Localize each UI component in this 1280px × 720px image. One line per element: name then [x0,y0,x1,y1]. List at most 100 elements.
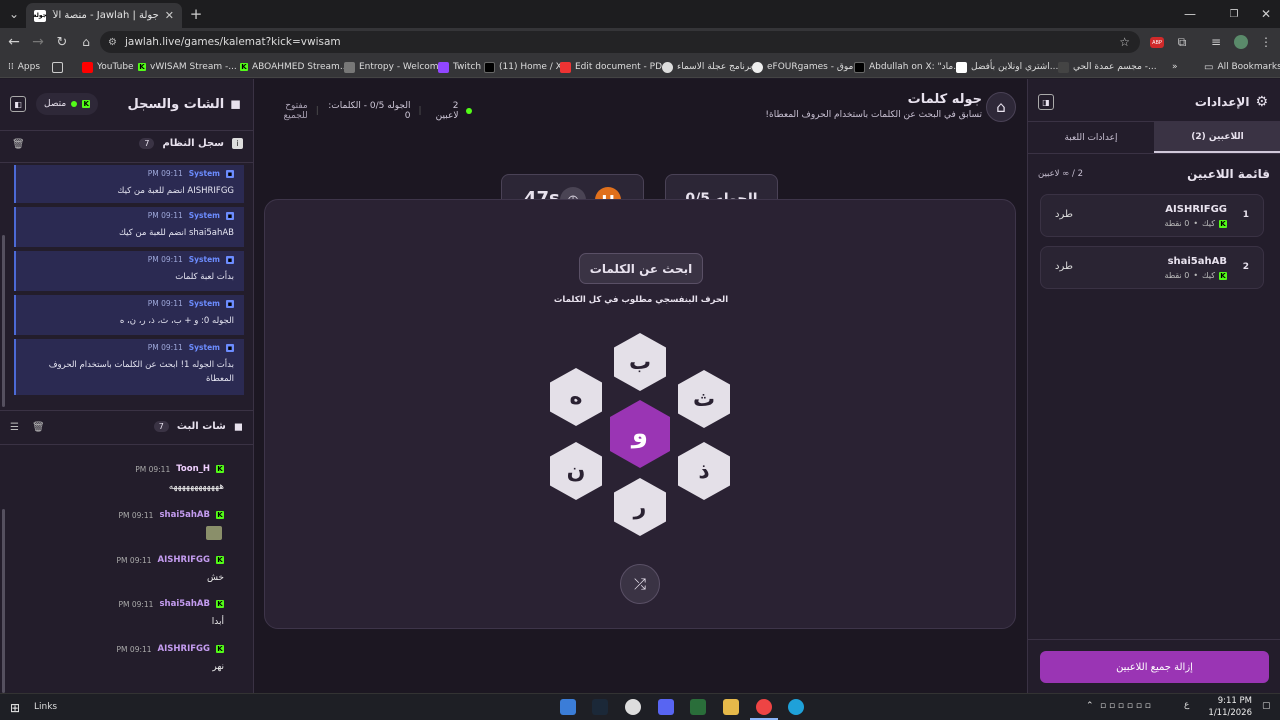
adblock-icon[interactable]: ABP [1150,37,1164,48]
trash-icon[interactable]: 🗑 [12,139,25,150]
separator: • [1193,271,1199,280]
bookmark-edit-document[interactable]: Edit document - PD... [560,59,671,75]
input-language[interactable]: ع [1184,700,1189,710]
system-log-title: سجل النظام [162,138,224,149]
letter-tile[interactable]: ه [550,368,602,426]
obs-icon[interactable] [625,699,641,715]
bookmark-wheel[interactable]: برنامج عجلة الاسماء [662,59,752,75]
tab-search-icon[interactable]: ⌄ [4,4,24,24]
filter-icon[interactable]: ☰ [10,422,19,433]
collapse-settings-icon[interactable]: ◨ [1038,94,1054,110]
entropy-icon [344,61,355,73]
reading-list-icon[interactable]: ≡ [1206,32,1226,52]
stream-chat-header: ◼ شات البث 7 [153,420,243,433]
chat-message: Kshai5ahAB 09:11 PM أبدا [0,599,240,627]
letter-tile[interactable]: ب [614,333,666,391]
system-tray-chevron-icon[interactable]: ⌃ [1086,701,1094,711]
windows-start-icon[interactable]: ⊞ [10,701,20,715]
bookmark-model[interactable]: مجسم عمدة الحي -... [1058,59,1157,75]
kick-player-button[interactable]: طرد [1055,209,1073,220]
extensions-icon[interactable]: ⧉ [1172,32,1192,52]
browser-tab-bar: ⌄ جولة جولة | Jawlah - منصة الألعاب ال..… [0,0,1280,28]
back-icon[interactable]: ← [4,32,24,52]
bookmark-shop[interactable]: اشتري اونلاين بأفضل... [956,59,1058,75]
bookmark-aboahmed[interactable]: K ABOAHMED Stream... [240,59,348,75]
chat-author: shai5ahAB [159,510,210,520]
file-explorer-icon[interactable] [723,699,739,715]
game-subtitle: تسابق في البحث عن الكلمات باستخدام الحرو… [765,110,982,120]
grid-icon [52,61,63,73]
player-rank: 1 [1242,210,1249,220]
discord-icon[interactable] [658,699,674,715]
message-text: بدأت الجوله 1! ابحث عن الكلمات باستخدام … [48,360,234,384]
bookmark-efourgames[interactable]: eFOURgames - موق... [752,59,862,75]
tab-players[interactable]: اللاعبين (2) [1154,122,1280,153]
browser-toolbar: ← → ↻ ⌂ ⚙ jawlah.live/games/kalemat?kick… [0,28,1280,56]
chrome-icon[interactable] [756,699,772,715]
edge-icon[interactable] [788,699,804,715]
new-tab-icon[interactable]: + [186,4,206,24]
chat-message: K Toon_H 09:11 PM ههههههههههههه [0,464,240,492]
letter-tile[interactable]: ذ [678,442,730,500]
player-meta: K كيك • 0 نقطة [1165,219,1227,228]
trash-icon[interactable]: 🗑 [32,422,45,433]
address-bar[interactable]: ⚙ jawlah.live/games/kalemat?kick=vwisam … [100,31,1140,53]
home-icon[interactable]: ⌂ [76,32,96,52]
reload-icon[interactable]: ↻ [52,32,72,52]
more-bookmarks-icon[interactable]: » [1172,59,1178,75]
player-meta: K كيك • 0 نقطة [1165,271,1227,280]
chat-bubble-icon: ◼ [230,97,241,112]
tab-groups-icon[interactable] [52,59,63,75]
center-letter-tile[interactable]: و [610,400,670,468]
kick-player-button[interactable]: طرد [1055,261,1073,272]
bookmark-vwisam[interactable]: KvWISAM Stream -... [138,59,237,75]
bookmark-entropy[interactable]: Entropy - Welcome [344,59,444,75]
close-tab-icon[interactable]: ✕ [165,9,174,22]
bookmark-apps[interactable]: ⁞⁞ Apps [8,59,40,75]
site-info-icon[interactable]: ⚙ [108,37,117,48]
online-dot [466,108,472,114]
letter-tile[interactable]: ن [550,442,602,500]
xbox-icon[interactable] [690,699,706,715]
steam-icon[interactable] [592,699,608,715]
tab-game-settings[interactable]: إعدادات اللعبة [1028,122,1154,153]
kick-icon: K [216,645,224,653]
chat-scrollbar[interactable] [2,509,5,693]
restore-icon[interactable]: ❐ [1224,4,1244,24]
stream-chat-count: 7 [153,421,169,432]
chat-text: خش [206,573,224,583]
bookmark-youtube[interactable]: YouTube [82,59,134,75]
message-author: System [188,343,220,352]
bookmark-x-home[interactable]: (11) Home / X [484,59,562,75]
page: ◼ الشات والسجل K متصل ◧ i سجل النظام 7 🗑… [0,79,1280,693]
clock-date[interactable]: 1/11/2026 [1202,708,1252,718]
minimize-icon[interactable]: — [1180,4,1200,24]
tray-icons[interactable]: ▫ ▫ ▫ ▫ ▫ ▫ [1100,701,1151,711]
mail-icon[interactable] [560,699,576,715]
bookmark-all[interactable]: ▭ All Bookmarks [1204,59,1280,75]
system-message: ▪ System 09:11 PM بدأت لعبة كلمات [14,251,244,291]
links-toolbar[interactable]: Links [34,702,57,712]
x-icon [854,61,865,73]
online-dot [71,101,78,107]
browser-tab[interactable]: جولة جولة | Jawlah - منصة الألعاب ال... … [26,3,182,28]
bookmark-abdullah[interactable]: Abdullah on X: "ماد... [854,59,962,75]
bookmark-star-icon[interactable]: ☆ [1119,35,1130,49]
bookmark-twitch[interactable]: Twitch [438,59,481,75]
forward-icon[interactable]: → [28,32,48,52]
letter-tile[interactable]: ث [678,370,730,428]
collapse-chat-icon[interactable]: ◧ [10,96,26,112]
notification-icon[interactable]: ▢ [1262,701,1271,711]
close-window-icon[interactable]: ✕ [1256,4,1276,24]
shuffle-button[interactable]: ⤮ [620,564,660,604]
kick-icon: K [1219,271,1227,280]
log-scrollbar[interactable] [2,235,5,407]
stream-chat-title: شات البث [176,421,226,432]
wheel-icon [662,61,673,73]
profile-avatar[interactable] [1234,35,1248,49]
home-button[interactable]: ⌂ [986,92,1016,122]
remove-all-players-button[interactable]: إزالة جميع اللاعبين [1040,651,1269,683]
letter-tile[interactable]: ر [614,478,666,536]
clock-time[interactable]: 9:11 PM [1202,696,1252,706]
menu-icon[interactable]: ⋮ [1256,32,1276,52]
